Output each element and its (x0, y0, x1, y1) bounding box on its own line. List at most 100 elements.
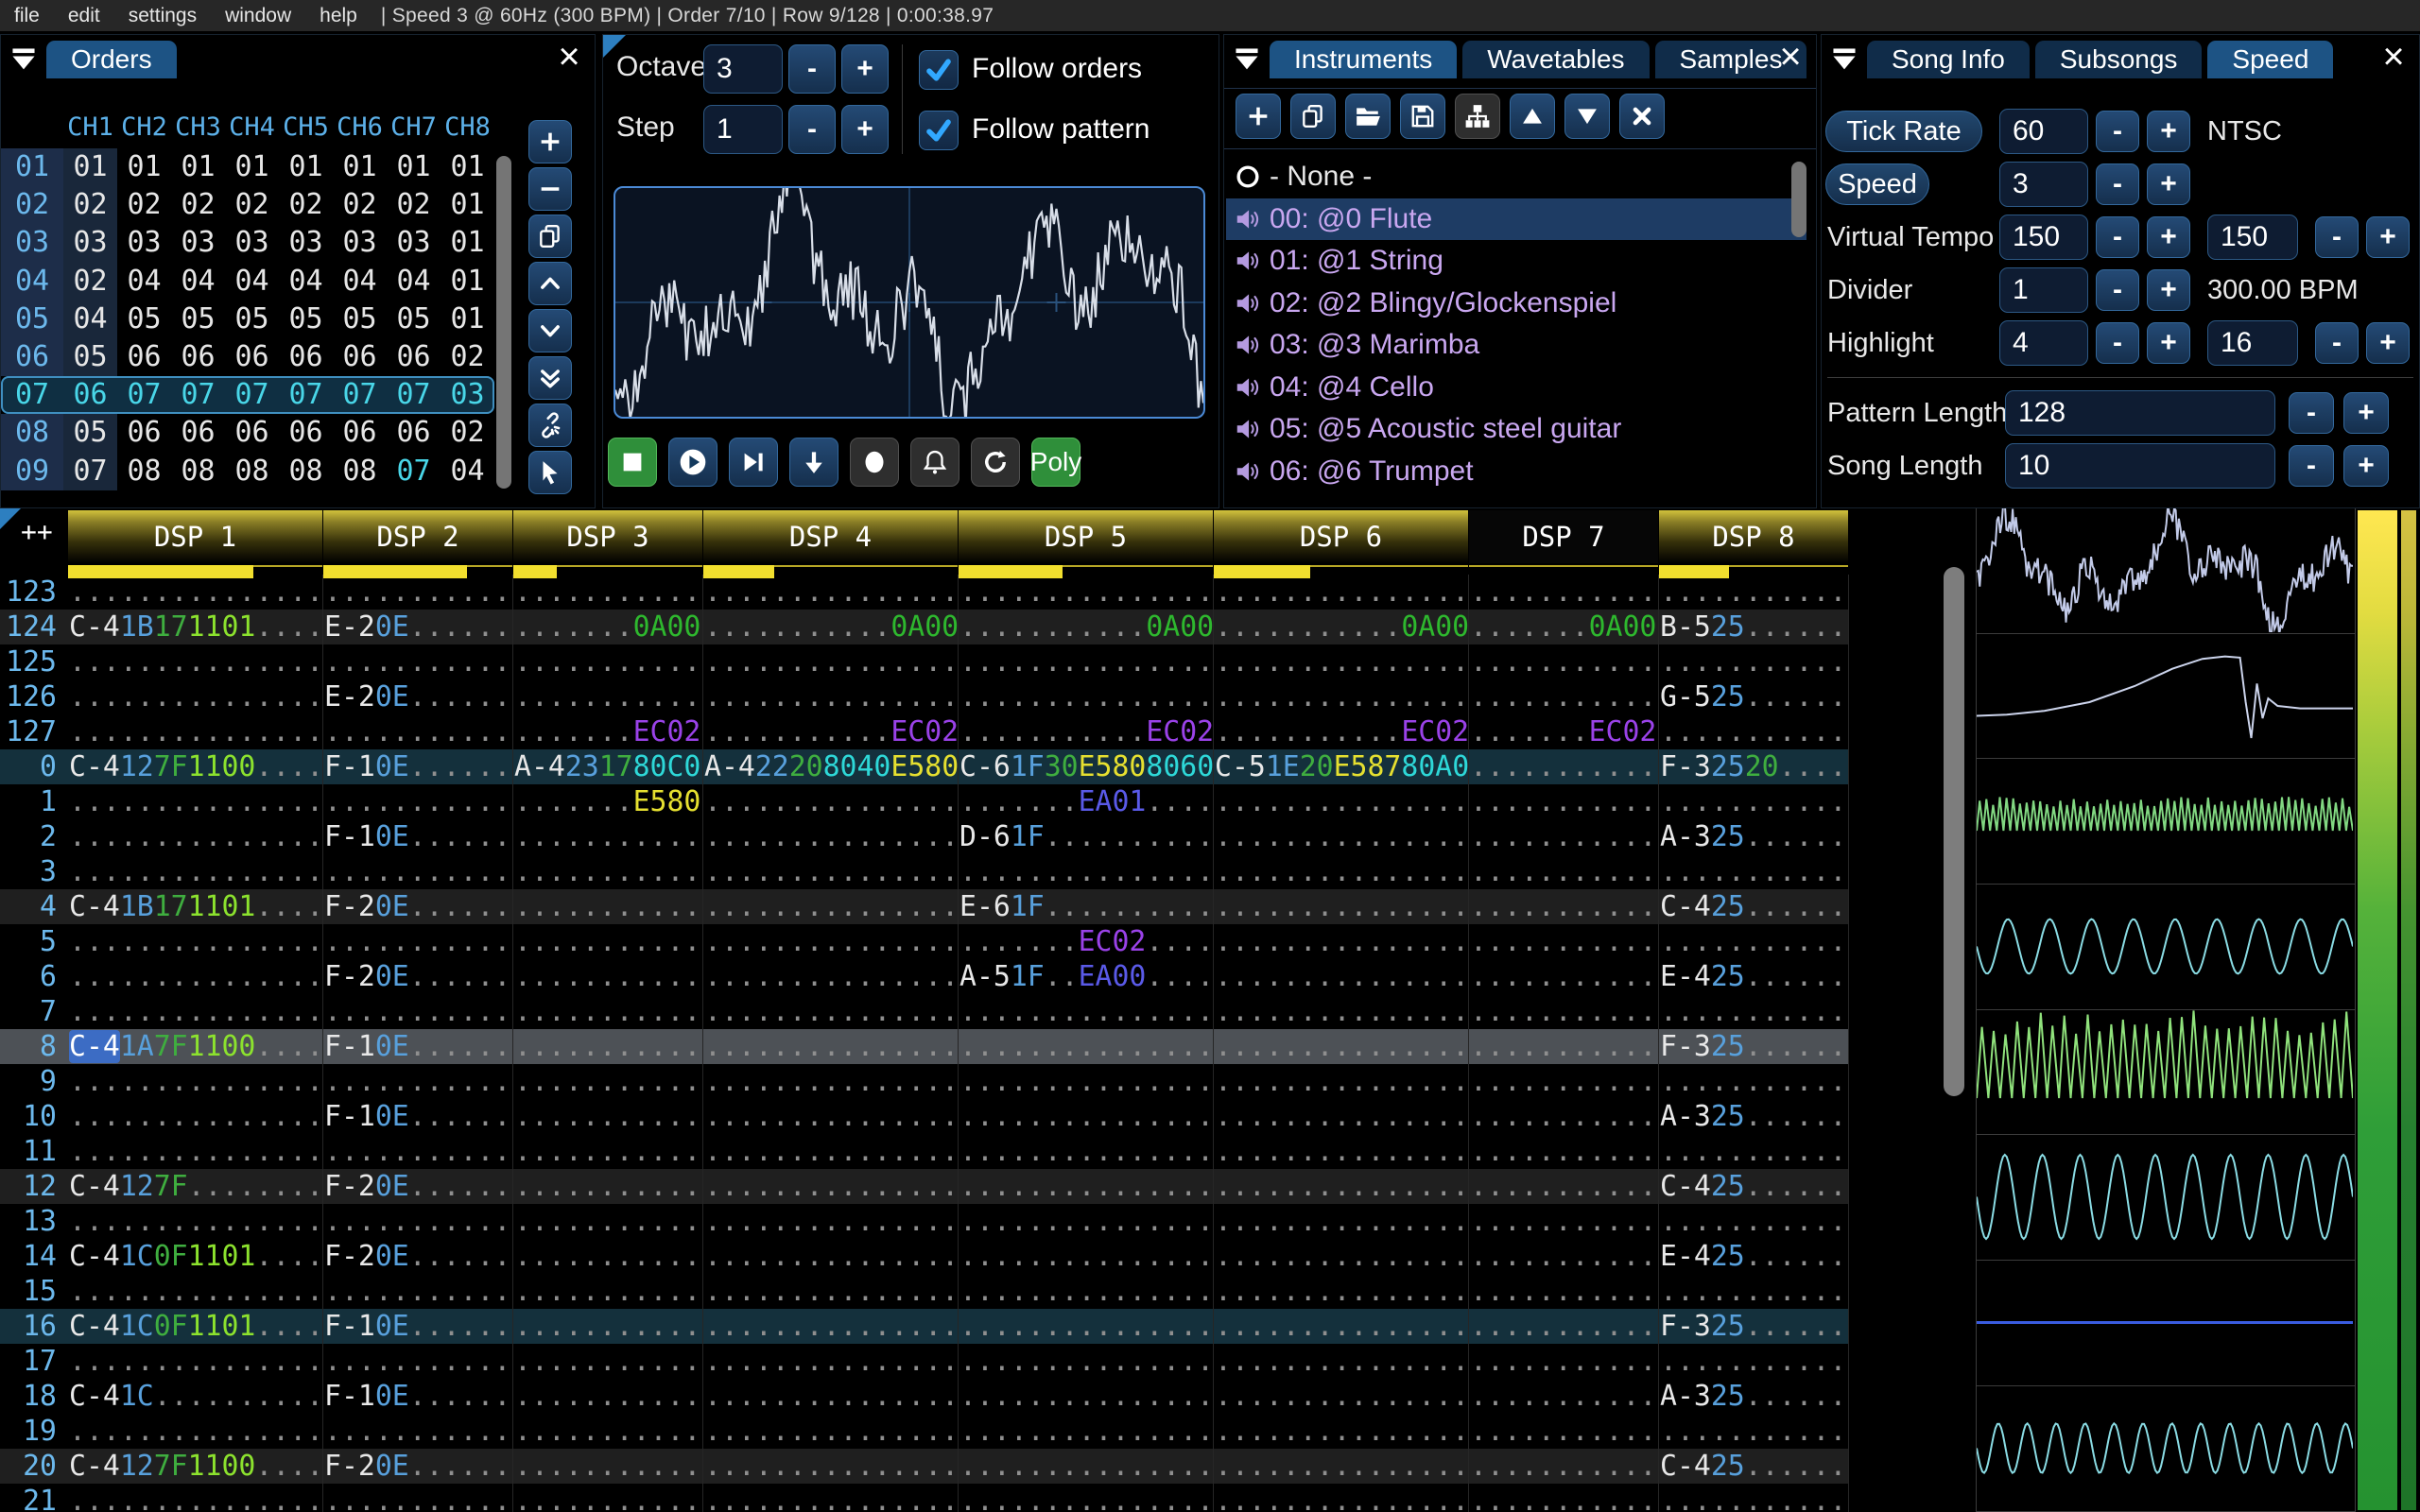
menu-settings[interactable]: settings (114, 5, 211, 27)
pattern-row-number[interactable]: 124 (0, 610, 68, 644)
order-cell[interactable]: 06 (225, 338, 279, 376)
tab-song-info[interactable]: Song Info (1867, 41, 2030, 78)
pattern-cell[interactable]: E-20E...... (323, 679, 513, 714)
pattern-cell[interactable]: ............... (68, 1484, 323, 1512)
order-row-number[interactable]: 03 (1, 224, 63, 263)
pattern-cell[interactable]: ............... (1214, 784, 1469, 819)
order-cell[interactable]: 02 (171, 186, 225, 224)
pattern-cell[interactable]: F-10E...... (323, 1099, 513, 1134)
pattern-cell[interactable]: ........... (1659, 575, 1849, 610)
pattern-cell[interactable]: ............... (68, 924, 323, 959)
pattern-cell[interactable]: ............... (959, 1274, 1214, 1309)
order-cell[interactable]: 04 (117, 263, 171, 301)
pattern-cell[interactable]: .......EC02 (1469, 714, 1659, 749)
pattern-cell[interactable]: ............... (1214, 1239, 1469, 1274)
pattern-cell[interactable]: ........... (1469, 1309, 1659, 1344)
pattern-cell[interactable]: ............... (703, 1204, 959, 1239)
tab-subsongs[interactable]: Subsongs (2034, 41, 2203, 78)
pattern-cell[interactable]: .......0A00 (513, 610, 703, 644)
pattern-cell[interactable]: ............... (703, 959, 959, 994)
pattern-cell[interactable]: ............... (703, 1064, 959, 1099)
tab-speed[interactable]: Speed (2207, 41, 2334, 78)
pattern-cell[interactable]: ........... (1469, 1169, 1659, 1204)
order-cell[interactable]: 06 (117, 338, 171, 376)
tree-button[interactable] (1455, 94, 1500, 139)
channel-header[interactable]: DSP 4 (703, 510, 959, 580)
pattern-cell[interactable]: ............... (703, 1134, 959, 1169)
pattern-cell[interactable]: ...........EC02 (959, 714, 1214, 749)
pattern-cell[interactable]: ............... (703, 889, 959, 924)
instruments-scrollbar[interactable] (1791, 162, 1806, 237)
order-cell[interactable]: 04 (333, 263, 387, 301)
pattern-cell[interactable]: F-10E...... (323, 819, 513, 854)
pattern-row-number[interactable]: 6 (0, 959, 68, 994)
order-cell[interactable]: 05 (225, 301, 279, 338)
pattern-cell[interactable]: ............... (1214, 575, 1469, 610)
pattern-cell[interactable]: ........... (1469, 1134, 1659, 1169)
pattern-row-number[interactable]: 125 (0, 644, 68, 679)
pattern-cell[interactable]: C-41A7F1100.... (68, 1029, 323, 1064)
tab-wavetables[interactable]: Wavetables (1462, 41, 1650, 78)
play-pattern-button[interactable] (729, 438, 778, 487)
divider-minus-button[interactable]: - (2096, 269, 2139, 311)
pattern-cell[interactable]: ............... (959, 854, 1214, 889)
pattern-row-number[interactable]: 3 (0, 854, 68, 889)
pattern-cell[interactable]: ............... (1214, 1344, 1469, 1379)
orders-col-ch5[interactable]: CH5 (279, 112, 333, 142)
pattern-cell[interactable]: ............... (1214, 959, 1469, 994)
pattern-cell[interactable]: A-4231780C0 (513, 749, 703, 784)
pattern-cell[interactable]: ............... (959, 1204, 1214, 1239)
order-cell[interactable]: 07 (63, 452, 117, 490)
order-cell[interactable]: 07 (171, 376, 225, 414)
play-button[interactable] (668, 438, 717, 487)
menu-edit[interactable]: edit (54, 5, 114, 27)
pattern-cell[interactable]: ............... (1214, 679, 1469, 714)
order-cell[interactable]: 03 (63, 224, 117, 263)
pattern-cell[interactable]: G-525...... (1659, 679, 1849, 714)
pattern-cell[interactable]: ...........0A00 (703, 610, 959, 644)
pattern-cell[interactable]: ............... (703, 1029, 959, 1064)
order-cell[interactable]: 07 (225, 376, 279, 414)
pattern-cell[interactable]: C-41C0F1101.... (68, 1309, 323, 1344)
pattern-row-number[interactable]: 11 (0, 1134, 68, 1169)
pattern-cell[interactable]: ........... (1469, 1029, 1659, 1064)
pattern-cell[interactable]: .......EC02.... (959, 924, 1214, 959)
pattern-row-number[interactable]: 5 (0, 924, 68, 959)
order-row-number[interactable]: 07 (1, 376, 63, 414)
pattern-cell[interactable]: ............... (1214, 1309, 1469, 1344)
pattern-cell[interactable]: ............... (1214, 1449, 1469, 1484)
pattern-row-number[interactable]: 9 (0, 1064, 68, 1099)
open-button[interactable] (1345, 94, 1391, 139)
pattern-cell[interactable]: F-10E...... (323, 1309, 513, 1344)
highlight-minus-button-2[interactable]: - (2315, 322, 2359, 364)
pattern-cell[interactable]: ............... (1214, 1274, 1469, 1309)
menu-window[interactable]: window (211, 5, 305, 27)
pattern-row-number[interactable]: 12 (0, 1169, 68, 1204)
pattern-cell[interactable]: ........... (1469, 889, 1659, 924)
pattern-cell[interactable]: ........... (1469, 994, 1659, 1029)
pattern-cell[interactable]: ............... (1214, 1414, 1469, 1449)
pattern-cell[interactable]: A-325...... (1659, 1099, 1849, 1134)
pattern-cell[interactable]: ............... (959, 1064, 1214, 1099)
order-cell[interactable]: 06 (63, 376, 117, 414)
pattern-cell[interactable]: ........... (323, 1274, 513, 1309)
divider-plus-button[interactable]: + (2147, 269, 2190, 311)
pattern-row-number[interactable]: 16 (0, 1309, 68, 1344)
pattern-cell[interactable]: ........... (513, 959, 703, 994)
pattern-cell[interactable]: ............... (959, 679, 1214, 714)
pattern-cell[interactable]: ........... (513, 1169, 703, 1204)
pattern-length-input[interactable]: 128 (2005, 390, 2275, 436)
pattern-cell[interactable]: ........... (513, 1274, 703, 1309)
pattern-cell[interactable]: ............... (703, 994, 959, 1029)
pattern-cell[interactable]: ............... (1214, 1099, 1469, 1134)
pattern-cell[interactable]: ........... (513, 819, 703, 854)
order-cell[interactable]: 06 (225, 414, 279, 452)
follow-orders-checkbox[interactable] (919, 50, 959, 90)
tab-instruments[interactable]: Instruments (1270, 41, 1458, 78)
order-cell[interactable]: 04 (441, 453, 494, 490)
order-cell[interactable]: 08 (117, 453, 171, 490)
pattern-cell[interactable]: F-20E...... (323, 1239, 513, 1274)
pattern-cell[interactable]: ........... (513, 1449, 703, 1484)
tab-orders[interactable]: Orders (46, 41, 177, 78)
pattern-cell[interactable]: F-10E...... (323, 749, 513, 784)
